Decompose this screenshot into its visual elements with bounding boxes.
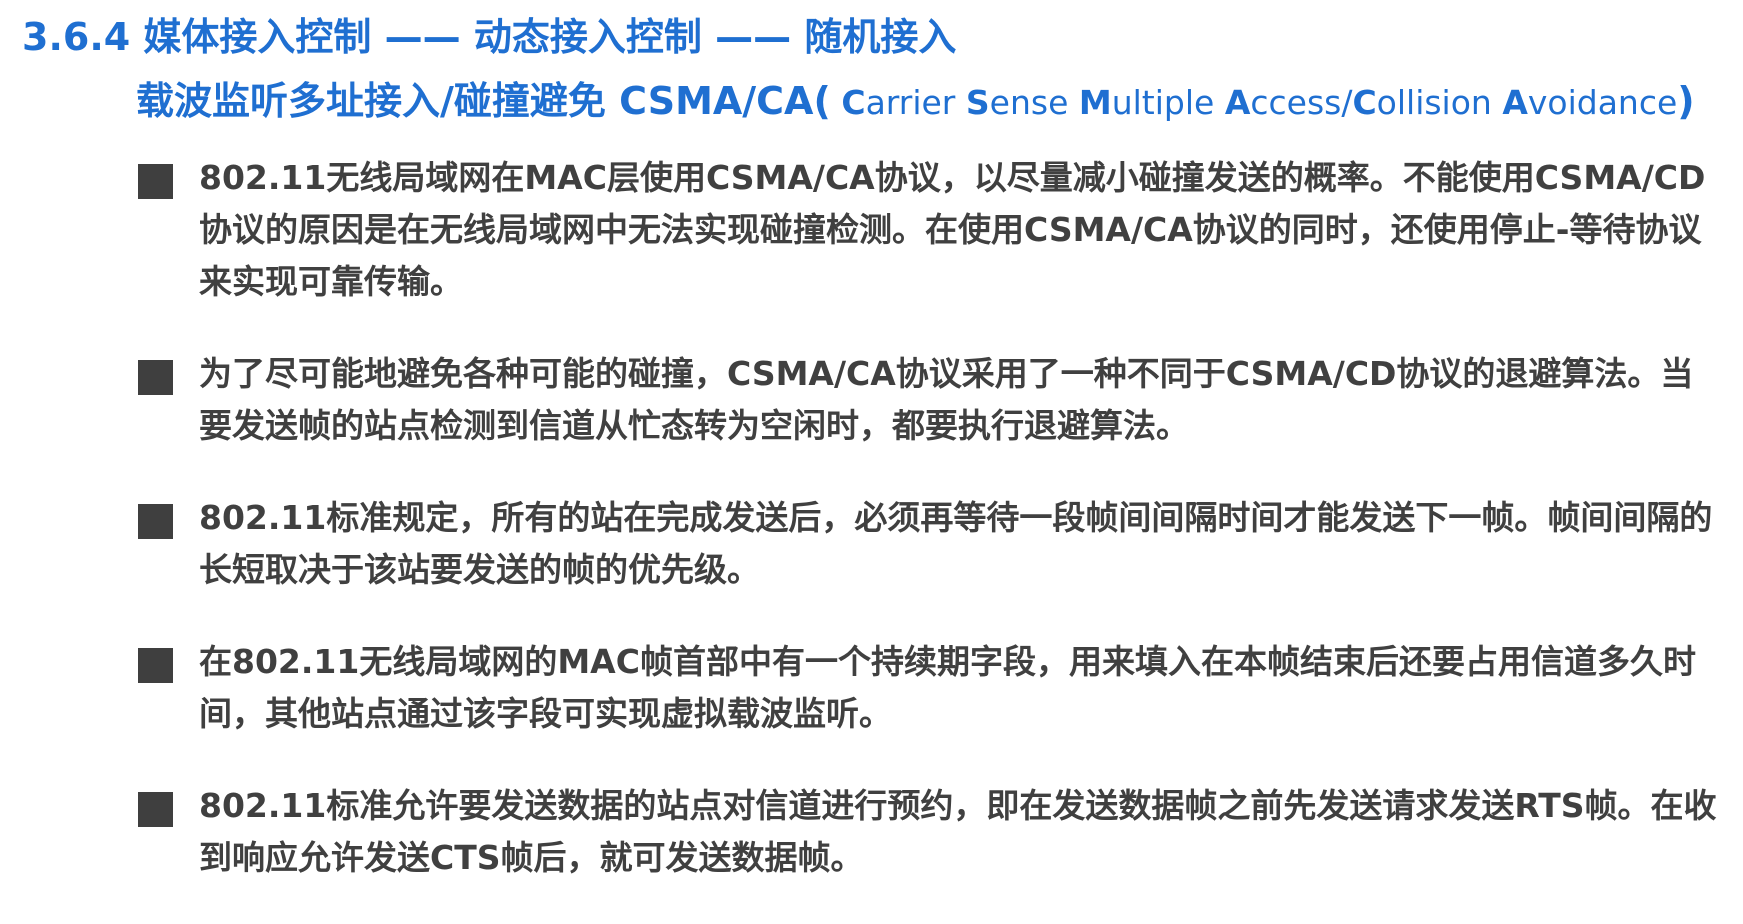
acronym-rest: arrier (865, 83, 966, 122)
list-item: 802.11无线局域网在MAC层使用CSMA/CA协议，以尽量减小碰撞发送的概率… (136, 152, 1726, 308)
subtitle-main: 载波监听多址接入/碰撞避免 CSMA/CA( (136, 79, 831, 123)
bullet-text: 802.11标准规定，所有的站在完成发送后，必须再等待一段帧间间隔时间才能发送下… (199, 498, 1713, 589)
square-bullet-icon (138, 504, 173, 539)
subtitle: 载波监听多址接入/碰撞避免 CSMA/CA( Carrier Sense Mul… (136, 70, 1695, 125)
section-title: 3.6.4 媒体接入控制 —— 动态接入控制 —— 随机接入 (22, 15, 957, 59)
acronym-expansion: Carrier Sense Multiple Access/Collision … (831, 83, 1677, 122)
list-item: 802.11标准允许要发送数据的站点对信道进行预约，即在发送数据帧之前先发送请求… (136, 780, 1726, 884)
bullet-text: 在802.11无线局域网的MAC帧首部中有一个持续期字段，用来填入在本帧结束后还… (199, 642, 1696, 733)
acronym-initial: M (1078, 83, 1112, 122)
acronym-initial: A (1224, 83, 1251, 122)
acronym-initial: S (965, 83, 990, 122)
bullet-text: 802.11无线局域网在MAC层使用CSMA/CA协议，以尽量减小碰撞发送的概率… (199, 158, 1706, 301)
square-bullet-icon (138, 792, 173, 827)
acronym-initial: C (1352, 83, 1377, 122)
slide: 3.6.4 媒体接入控制 —— 动态接入控制 —— 随机接入 载波监听多址接入/… (0, 0, 1743, 877)
bullet-text: 802.11标准允许要发送数据的站点对信道进行预约，即在发送数据帧之前先发送请求… (199, 786, 1717, 877)
list-item: 为了尽可能地避免各种可能的碰撞，CSMA/CA协议采用了一种不同于CSMA/CD… (136, 348, 1726, 452)
square-bullet-icon (138, 164, 173, 199)
acronym-initial: A (1502, 83, 1528, 122)
list-item: 在802.11无线局域网的MAC帧首部中有一个持续期字段，用来填入在本帧结束后还… (136, 636, 1726, 740)
subtitle-close-paren: ) (1677, 79, 1695, 123)
bullet-text: 为了尽可能地避免各种可能的碰撞，CSMA/CA协议采用了一种不同于CSMA/CD… (199, 354, 1694, 445)
acronym-initial: C (841, 83, 866, 122)
acronym-rest: ense (989, 83, 1079, 122)
list-item: 802.11标准规定，所有的站在完成发送后，必须再等待一段帧间间隔时间才能发送下… (136, 492, 1726, 596)
acronym-rest: ultiple (1111, 83, 1225, 122)
acronym-rest: ollision (1376, 83, 1503, 122)
square-bullet-icon (138, 648, 173, 683)
bullet-list: 802.11无线局域网在MAC层使用CSMA/CA协议，以尽量减小碰撞发送的概率… (136, 152, 1726, 924)
square-bullet-icon (138, 360, 173, 395)
acronym-rest: ccess/ (1250, 83, 1353, 122)
acronym-rest: voidance (1527, 83, 1678, 122)
